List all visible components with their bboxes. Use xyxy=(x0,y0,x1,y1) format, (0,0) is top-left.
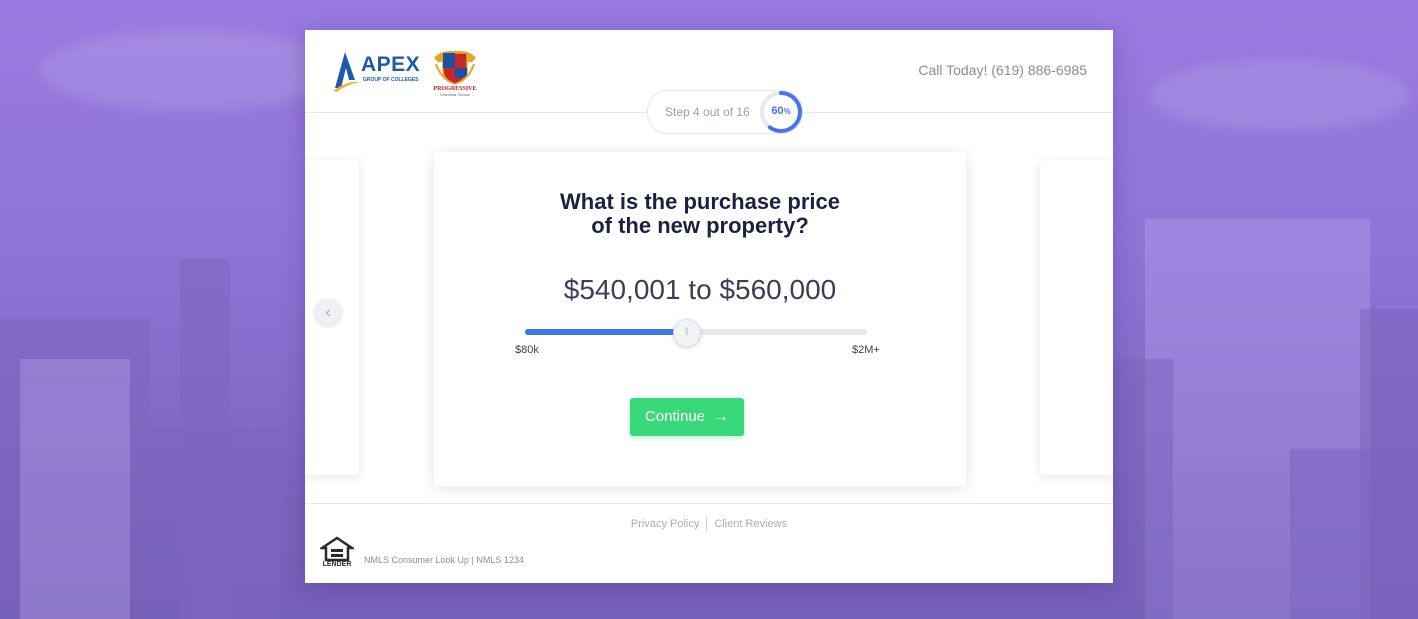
slider-max-label: $2M+ xyxy=(852,344,880,356)
form-card: APEX GROUP OF COLLEGES PROGRESSIVE Gramm… xyxy=(305,30,1113,583)
footer-divider xyxy=(706,517,708,531)
chevron-left-icon[interactable]: ‹ xyxy=(313,298,343,328)
continue-label: Continue xyxy=(644,408,706,425)
footer-links: Privacy Policy Client Reviews xyxy=(305,517,1113,531)
slider-handle[interactable]: ‖ xyxy=(672,319,701,347)
step-progress-indicator: Step 4 out of 16 60% xyxy=(647,90,803,134)
partner-logo[interactable]: PROGRESSIVE Grammar School xyxy=(430,48,480,97)
price-slider[interactable]: ‖ xyxy=(525,319,867,347)
equal-housing-lender-logo: LENDER xyxy=(317,536,357,572)
next-step-card xyxy=(1040,160,1113,475)
equal-housing-text: LENDER xyxy=(322,561,352,568)
continue-button[interactable]: Continue → xyxy=(630,398,744,436)
footer: Privacy Policy Client Reviews LENDER NMLS… xyxy=(305,503,1113,583)
step-text: Step 4 out of 16 xyxy=(665,105,750,119)
price-range-value: $540,001 to $560,000 xyxy=(563,274,837,305)
slider-fill xyxy=(525,329,686,335)
question-title: What is the purchase price of the new pr… xyxy=(560,189,840,238)
call-phone-link[interactable]: Call Today! (619) 886-6985 xyxy=(918,62,1087,78)
question-card: What is the purchase price of the new pr… xyxy=(434,152,966,486)
arrow-right-icon: → xyxy=(713,408,730,425)
apex-logo-mark-icon xyxy=(333,52,361,92)
partner-logo-subtext: Grammar School xyxy=(439,92,471,97)
crest-icon xyxy=(434,50,476,85)
apex-logo[interactable]: APEX GROUP OF COLLEGES xyxy=(331,50,420,96)
privacy-policy-link[interactable]: Privacy Policy xyxy=(631,518,699,530)
apex-logo-subtext: GROUP OF COLLEGES xyxy=(363,77,419,83)
progress-percent: 60% xyxy=(771,105,791,117)
equal-housing-icon xyxy=(317,536,357,562)
client-reviews-link[interactable]: Client Reviews xyxy=(714,518,787,530)
apex-logo-text: APEX xyxy=(361,53,421,76)
slider-min-label: $80k xyxy=(515,344,539,356)
nmls-info[interactable]: NMLS Consumer Look Up | NMLS 1234 xyxy=(364,555,524,565)
